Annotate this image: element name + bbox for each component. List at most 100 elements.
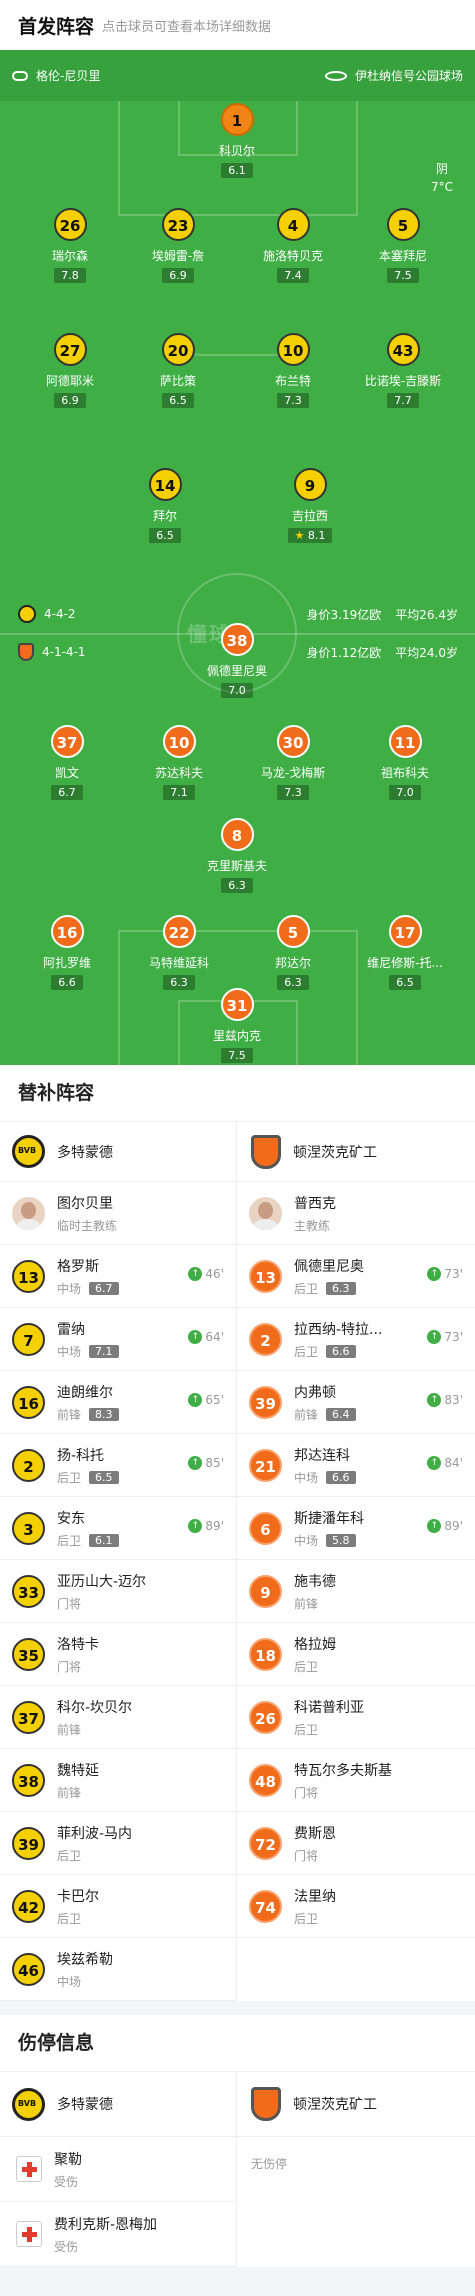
bench-player-row[interactable]: 48 特瓦尔多夫斯基 门将 bbox=[237, 1749, 475, 1812]
player-rating: 6.5 bbox=[396, 976, 414, 989]
home-team-row[interactable]: 多特蒙德 bbox=[0, 1122, 236, 1182]
home-player[interactable]: 27 阿德耶米 6.9 bbox=[15, 333, 125, 408]
away-player[interactable]: 30 马龙-戈梅斯 7.3 bbox=[238, 725, 348, 800]
bench-player-row[interactable]: 72 费斯恩 门将 bbox=[237, 1812, 475, 1875]
player-position: 前锋 bbox=[57, 1785, 82, 1800]
player-rating: 7.3 bbox=[284, 394, 302, 407]
sub-in-marker: ↑ 83' bbox=[427, 1393, 463, 1407]
shakhtar-logo-icon bbox=[251, 1134, 281, 1169]
bench-player-row[interactable]: 3 安东 后卫 6.1 ↑ 89' bbox=[0, 1497, 236, 1560]
jersey-number: 2 bbox=[12, 1448, 45, 1482]
away-player[interactable]: 38 佩德里尼奥 7.0 bbox=[182, 623, 292, 698]
bench-player-row[interactable]: 21 邦达连科 中场 6.6 ↑ 84' bbox=[237, 1434, 475, 1497]
away-injury-team-row[interactable]: 顿涅茨克矿工 bbox=[237, 2072, 475, 2137]
home-player[interactable]: 14 拜尔 6.5 bbox=[110, 468, 220, 543]
home-player[interactable]: 9 吉拉西 ★ 8.1 bbox=[255, 468, 365, 543]
home-player[interactable]: 5 本塞拜尼 7.5 bbox=[348, 208, 458, 283]
bench-player-row[interactable]: 13 佩德里尼奥 后卫 6.3 ↑ 73' bbox=[237, 1245, 475, 1308]
player-position: 门将 bbox=[57, 1596, 82, 1611]
jersey-number: 38 bbox=[12, 1763, 45, 1797]
player-rating: 6.5 bbox=[156, 529, 174, 542]
bench-player-row[interactable]: 2 扬-科托 后卫 6.5 ↑ 85' bbox=[0, 1434, 236, 1497]
bench-player-row[interactable]: 9 施韦德 前锋 bbox=[237, 1560, 475, 1623]
home-player[interactable]: 23 埃姆雷-詹 6.9 bbox=[123, 208, 233, 283]
bench-player-row[interactable]: 13 格罗斯 中场 6.7 ↑ 46' bbox=[0, 1245, 236, 1308]
home-player[interactable]: 20 萨比策 6.5 bbox=[123, 333, 233, 408]
jersey-number: 11 bbox=[388, 725, 422, 758]
bench-player-row[interactable]: 39 内弗顿 前锋 6.4 ↑ 83' bbox=[237, 1371, 475, 1434]
bench-player-row[interactable]: 39 菲利波-马内 后卫 bbox=[0, 1812, 236, 1875]
jersey-number: 16 bbox=[12, 1385, 45, 1419]
player-position: 后卫 bbox=[294, 1344, 319, 1359]
away-player[interactable]: 11 祖布科夫 7.0 bbox=[350, 725, 460, 800]
player-rating: 7.0 bbox=[396, 786, 414, 799]
jersey-number: 13 bbox=[249, 1259, 282, 1293]
away-player[interactable]: 22 马特维延科 6.3 bbox=[124, 915, 234, 990]
player-name: 斯捷潘年科 bbox=[294, 1510, 364, 1527]
jersey-number: 7 bbox=[12, 1322, 45, 1356]
home-coach-row[interactable]: 图尔贝里 临时主教练 bbox=[0, 1182, 236, 1245]
injury-row[interactable]: 费利克斯-恩梅加 受伤 bbox=[0, 2202, 236, 2267]
player-position: 门将 bbox=[294, 1848, 319, 1863]
player-name: 凯文 bbox=[54, 766, 79, 780]
shakhtar-logo-icon bbox=[251, 2087, 281, 2121]
bench-player-row[interactable]: 46 埃兹希勒 中场 bbox=[0, 1938, 236, 2001]
jersey-number: 37 bbox=[12, 1700, 45, 1734]
player-name: 安东 bbox=[57, 1510, 85, 1527]
bench-player-row[interactable]: 37 科尔-坎贝尔 前锋 bbox=[0, 1686, 236, 1749]
away-player[interactable]: 5 邦达尔 6.3 bbox=[238, 915, 348, 990]
jersey-number: 22 bbox=[162, 915, 196, 948]
home-player[interactable]: 26 瑞尔森 7.8 bbox=[15, 208, 125, 283]
home-player[interactable]: 1 科贝尔 6.1 bbox=[182, 103, 292, 178]
player-name: 祖布科夫 bbox=[380, 766, 429, 780]
away-team-row[interactable]: 顿涅茨克矿工 bbox=[237, 1122, 475, 1182]
player-name: 埃姆雷-詹 bbox=[151, 249, 205, 263]
pitch: 懂球帝 格伦-尼贝里 伊杜纳信号公园球场 阴 7°C 4-4-2 身价3.19亿… bbox=[0, 50, 475, 1065]
jersey-number: 8 bbox=[220, 818, 254, 851]
player-position: 中场 bbox=[57, 1974, 82, 1989]
injury-status: 受伤 bbox=[54, 2174, 79, 2189]
player-position: 门将 bbox=[57, 1659, 82, 1674]
home-formation: 4-4-2 bbox=[44, 607, 76, 621]
bench-player-row[interactable]: 18 格拉姆 后卫 bbox=[237, 1623, 475, 1686]
sub-in-marker: ↑ 65' bbox=[188, 1393, 224, 1407]
jersey-number: 48 bbox=[249, 1763, 282, 1797]
bench-player-row[interactable]: 2 拉西纳-特拉... 后卫 6.6 ↑ 73' bbox=[237, 1308, 475, 1371]
bench-player-row[interactable]: 35 洛特卡 门将 bbox=[0, 1623, 236, 1686]
player-name: 聚勒 bbox=[54, 2151, 82, 2168]
home-player[interactable]: 10 布兰特 7.3 bbox=[238, 333, 348, 408]
player-position: 后卫 bbox=[57, 1911, 82, 1926]
bench-player-row[interactable]: 42 卡巴尔 后卫 bbox=[0, 1875, 236, 1938]
home-player[interactable]: 4 施洛特贝克 7.4 bbox=[238, 208, 348, 283]
away-player[interactable]: 10 苏达科夫 7.1 bbox=[124, 725, 234, 800]
away-player[interactable]: 37 凯文 6.7 bbox=[12, 725, 122, 800]
away-coach-row[interactable]: 普西克 主教练 bbox=[237, 1182, 475, 1245]
injury-row[interactable]: 聚勒 受伤 bbox=[0, 2137, 236, 2202]
away-injuries: 顿涅茨克矿工 无伤停 bbox=[237, 2072, 475, 2267]
away-player[interactable]: 8 克里斯基夫 6.3 bbox=[182, 818, 292, 893]
sub-in-marker: ↑ 73' bbox=[427, 1330, 463, 1344]
bench-player-row[interactable]: 38 魏特延 前锋 bbox=[0, 1749, 236, 1812]
jersey-number: 74 bbox=[249, 1889, 282, 1923]
page-title: 首发阵容 bbox=[18, 15, 95, 38]
player-rating: 6.7 bbox=[89, 1281, 119, 1295]
home-injury-team-row[interactable]: 多特蒙德 bbox=[0, 2072, 236, 2137]
bench-player-row[interactable]: 7 雷纳 中场 7.1 ↑ 64' bbox=[0, 1308, 236, 1371]
away-player[interactable]: 31 里兹内克 7.5 bbox=[182, 988, 292, 1063]
bench-player-row[interactable]: 26 科诺普利亚 后卫 bbox=[237, 1686, 475, 1749]
player-position: 前锋 bbox=[57, 1722, 82, 1737]
away-player[interactable]: 16 阿扎罗维 6.6 bbox=[12, 915, 122, 990]
away-player[interactable]: 17 维尼修斯-托... 6.5 bbox=[350, 915, 460, 990]
player-position: 中场 bbox=[294, 1533, 319, 1548]
bench-player-row[interactable]: 16 迪朗维尔 前锋 8.3 ↑ 65' bbox=[0, 1371, 236, 1434]
home-player[interactable]: 43 比诺埃-吉滕斯 7.7 bbox=[348, 333, 458, 408]
player-rating: 6.9 bbox=[61, 394, 79, 407]
bench-player-row[interactable]: 6 斯捷潘年科 中场 5.8 ↑ 89' bbox=[237, 1497, 475, 1560]
bench-player-row[interactable]: 33 亚历山大-迈尔 门将 bbox=[0, 1560, 236, 1623]
player-name: 科尔-坎贝尔 bbox=[57, 1699, 133, 1716]
avatar bbox=[12, 1196, 45, 1230]
player-name: 马龙-戈梅斯 bbox=[260, 766, 326, 780]
bench-player-row[interactable]: 74 法里纳 后卫 bbox=[237, 1875, 475, 1938]
substitutes-title: 替补阵容 bbox=[0, 1065, 475, 1121]
player-name: 邦达连科 bbox=[294, 1447, 350, 1464]
